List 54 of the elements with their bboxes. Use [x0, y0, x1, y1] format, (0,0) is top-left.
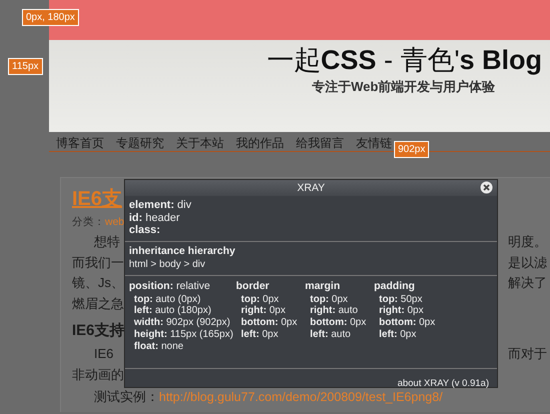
property-text: bottom: 0px [241, 317, 298, 329]
property-text: class: [129, 224, 162, 236]
nav-link[interactable]: 友情链 [356, 132, 392, 151]
property-text: right: 0px [379, 305, 424, 318]
column-heading: position: relative [129, 278, 212, 294]
property-text: height: 115px (165px) [134, 328, 234, 341]
property-text: bottom: 0px [310, 317, 368, 329]
column-heading: border [236, 278, 270, 294]
paragraph-text: 非动画的 [72, 366, 124, 384]
property-text: top: auto (0px) [134, 294, 202, 306]
nav-link[interactable]: 关于本站 [176, 132, 224, 151]
property-text: id: header [129, 212, 181, 224]
test-label: 测试实例： [94, 388, 159, 406]
section-heading: IE6支持 [72, 321, 125, 341]
nav-link[interactable]: 给我留言 [296, 132, 344, 151]
measure-label: 902px [394, 141, 430, 158]
property-text: top: 50px [379, 294, 424, 306]
property-text: top: 0px [241, 294, 280, 306]
blog-subtitle: 专注于Web前端开发与用户体验 [312, 78, 496, 96]
property-text: left: auto [310, 328, 352, 341]
property-text: left: 0px [379, 328, 418, 341]
paragraph-text: 想特 [94, 233, 120, 251]
nav-link[interactable]: 专题研究 [116, 132, 164, 151]
property-text: right: 0px [241, 305, 286, 318]
nav-link[interactable]: 我的作品 [236, 132, 284, 151]
nav-link[interactable]: 博客首页 [56, 132, 104, 151]
column-heading: padding [374, 278, 416, 294]
paragraph-text: 而我们一 [72, 254, 124, 272]
panel-title: XRAY [297, 182, 325, 194]
column-heading: margin [305, 278, 342, 294]
paragraph-text: 解决了 [508, 274, 547, 292]
paragraph-text: IE6 [94, 345, 114, 363]
paragraph-text: 而对于 [508, 345, 547, 363]
property-text: element: div [129, 199, 192, 212]
property-text: width: 902px (902px) [134, 317, 232, 329]
property-text: bottom: 0px [379, 317, 436, 329]
about-link[interactable]: about XRAY (v 0.91a) [397, 378, 489, 388]
paragraph-text: 燃眉之急 [72, 294, 124, 312]
property-text: right: auto [310, 305, 359, 318]
blog-title: 一起CSS - 青色's Blog [266, 44, 543, 77]
property-text: left: auto (180px) [134, 305, 212, 318]
section-heading: inheritance hierarchy [129, 244, 236, 258]
property-text: float: none [134, 340, 184, 352]
paragraph-text: 明度。 [508, 233, 547, 251]
hierarchy-path: html > body > div [129, 258, 206, 270]
measure-label: 115px [8, 58, 43, 75]
paragraph-text: 镜、Js、 [72, 274, 124, 292]
close-button[interactable] [480, 181, 493, 194]
measure-label: 0px, 180px [22, 9, 79, 26]
paragraph-text: 是以滤 [508, 254, 547, 272]
property-text: top: 0px [310, 294, 349, 306]
property-text: left: 0px [241, 328, 280, 341]
test-url-link[interactable]: http://blog.gulu77.com/demo/200809/test_IE6png8/ [159, 387, 443, 408]
category-label: 分类： [72, 215, 105, 230]
